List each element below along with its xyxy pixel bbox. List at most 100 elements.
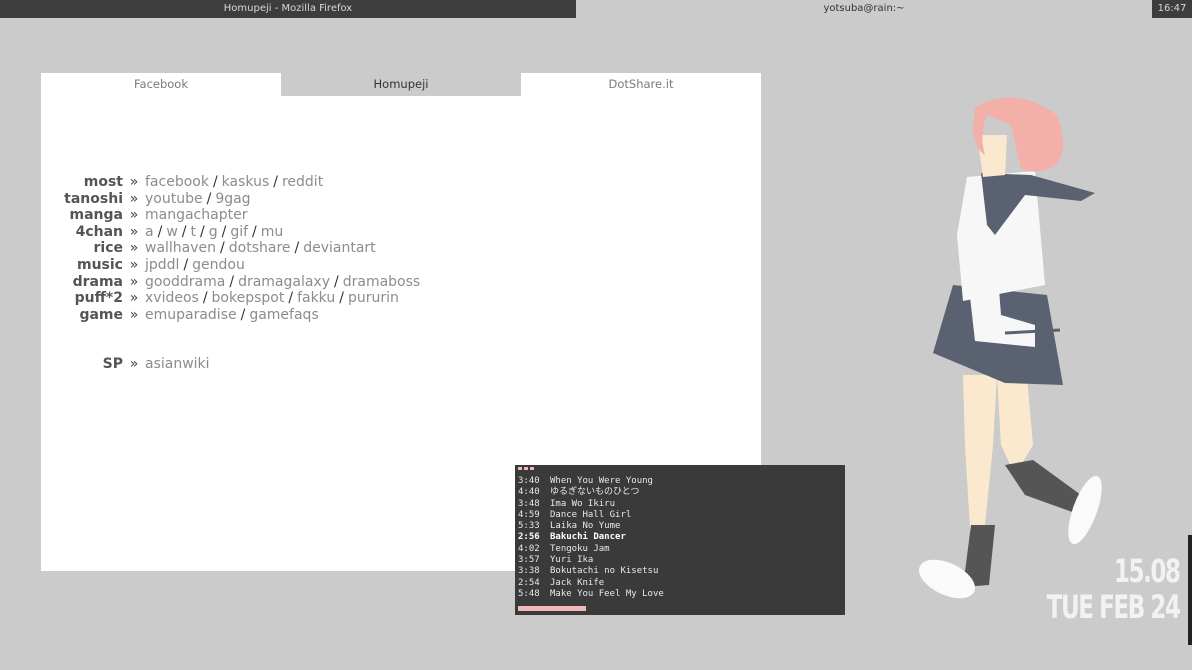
link-separator: / <box>273 174 278 190</box>
browser-window-title: Homupeji - Mozilla Firefox <box>0 0 576 18</box>
arrow-glyph: » <box>129 306 139 323</box>
arrow-glyph: » <box>129 174 139 190</box>
bookmark-link[interactable]: gif <box>230 224 248 240</box>
link-separator: / <box>181 223 187 240</box>
bookmark-link[interactable]: dramaboss <box>343 274 420 290</box>
link-separator: / <box>334 273 339 290</box>
category-label: manga <box>69 207 123 224</box>
link-row: rice» wallhaven / dotshare / deviantart <box>41 240 420 257</box>
bookmark-link[interactable]: a <box>145 224 154 240</box>
track-title: Ima Wo Ikiru <box>550 498 616 509</box>
tab-bar: Facebook Homupeji DotShare.it <box>41 73 761 96</box>
arrow-glyph: » <box>129 240 139 257</box>
bookmark-link[interactable]: fakku <box>297 290 335 306</box>
playlist-track[interactable]: 3:40 When You Were Young <box>518 476 664 487</box>
link-list: most» facebook / kaskus / reddit tanoshi» youtu… <box>41 174 420 373</box>
track-duration: 4:40 <box>518 487 540 498</box>
category-label: SP <box>102 356 123 373</box>
playlist-track[interactable]: 5:48 Make You Feel My Love <box>518 589 664 600</box>
link-row: music » jpddl / gendou <box>41 257 420 274</box>
track-duration: 3:48 <box>518 498 540 509</box>
link-separator: / <box>157 223 163 240</box>
link-row: SP » asianwiki <box>41 356 420 373</box>
bookmark-link[interactable]: pururin <box>348 290 399 306</box>
bookmark-link[interactable]: bokepspot <box>212 290 285 306</box>
bookmark-link[interactable]: kaskus <box>222 174 270 190</box>
tab-facebook[interactable]: Facebook <box>41 73 281 96</box>
track-title: Yuri Ika <box>550 555 594 566</box>
bookmark-link[interactable]: youtube <box>145 191 203 207</box>
track-title: Jack Knife <box>550 577 605 588</box>
bookmark-link[interactable]: asianwiki <box>145 356 210 372</box>
category-label: drama <box>72 273 123 290</box>
bookmark-link[interactable]: gendou <box>192 257 245 273</box>
category-label: 4chan <box>75 223 123 240</box>
panel-clock: 16:47 <box>1152 0 1192 18</box>
bookmark-link[interactable]: mangachapter <box>145 207 247 223</box>
bookmark-link[interactable]: g <box>209 224 218 240</box>
bookmark-link[interactable]: gooddrama <box>145 274 225 290</box>
tab-dotshare[interactable]: DotShare.it <box>521 73 761 96</box>
category-label: game <box>79 306 123 323</box>
playlist-track[interactable]: 3:57 Yuri Ika <box>518 555 664 566</box>
playlist-track[interactable]: 4:40 ゆるぎないものひとつ <box>518 487 664 498</box>
bookmark-link[interactable]: jpddl <box>145 257 179 273</box>
category-label: music <box>77 256 123 273</box>
track-duration: 3:57 <box>518 555 540 566</box>
link-separator: / <box>202 290 208 307</box>
track-duration: 4:02 <box>518 543 540 554</box>
link-row: game » emuparadise / gamefaqs <box>41 307 420 324</box>
bookmark-link[interactable]: dotshare <box>229 240 291 256</box>
playlist-track[interactable]: 4:59 Dance Hall Girl <box>518 510 664 521</box>
link-row: most» facebook / kaskus / reddit <box>41 174 420 191</box>
link-separator: / <box>240 306 246 323</box>
playlist-track[interactable]: 5:33 Laika No Yume <box>518 521 664 532</box>
category-label: puff*2 <box>74 290 123 307</box>
track-title: When You Were Young <box>550 476 653 486</box>
terminal-dots <box>518 467 534 470</box>
bookmark-link[interactable]: facebook <box>145 174 209 190</box>
link-separator: / <box>183 256 189 273</box>
bookmark-link[interactable]: xvideos <box>145 290 199 306</box>
arrow-glyph: » <box>129 223 139 240</box>
playlist: 3:40 When You Were Young 4:40 ゆるぎないものひとつ 3:4… <box>518 476 664 600</box>
arrow-glyph: » <box>129 290 139 307</box>
leg-left <box>963 375 997 545</box>
terminal-window-title: yotsuba@rain:~ <box>576 0 1152 18</box>
bookmark-link[interactable]: mu <box>261 224 284 240</box>
playlist-track[interactable]: 3:48 Ima Wo Ikiru <box>518 499 664 510</box>
track-duration: 3:38 <box>518 566 540 577</box>
link-row: drama» gooddrama / dramagalaxy / dramaboss <box>41 273 421 291</box>
playlist-track[interactable]: 3:38 Bokutachi no Kisetsu <box>518 566 664 577</box>
bookmark-link[interactable]: w <box>166 224 177 240</box>
screen-edge-bar <box>1188 535 1192 645</box>
playback-progress <box>518 606 586 611</box>
bookmark-link[interactable]: reddit <box>282 174 323 190</box>
tab-homupeji[interactable]: Homupeji <box>281 73 521 96</box>
link-separator: / <box>288 290 294 307</box>
sock-right <box>1005 460 1081 513</box>
arrow-glyph: » <box>129 190 139 207</box>
category-label: tanoshi <box>64 190 123 207</box>
track-duration: 5:33 <box>518 521 540 532</box>
desktop-time: 15.08 <box>1114 552 1181 590</box>
playlist-track[interactable]: 4:02 Tengoku Jam <box>518 544 664 555</box>
track-duration: 3:40 <box>518 476 540 486</box>
link-separator: / <box>252 223 257 240</box>
bookmark-link[interactable]: dramagalaxy <box>238 274 330 290</box>
leg-right <box>997 375 1033 475</box>
link-separator: / <box>221 223 227 240</box>
bookmark-link[interactable]: wallhaven <box>145 240 216 256</box>
playlist-track[interactable]: 2:56 Bakuchi Dancer <box>518 532 664 543</box>
bookmark-link[interactable]: emuparadise <box>145 307 237 323</box>
arrow-glyph: » <box>129 207 139 224</box>
bookmark-link[interactable]: gamefaqs <box>249 307 318 323</box>
bookmark-link[interactable]: 9gag <box>215 191 250 207</box>
playlist-track[interactable]: 2:54 Jack Knife <box>518 578 664 589</box>
anime-girl-wallpaper <box>918 97 1102 599</box>
desktop-date: TUE FEB 24 <box>1047 588 1181 626</box>
bookmark-link[interactable]: deviantart <box>303 240 375 256</box>
category-label: rice <box>93 240 124 257</box>
link-separator: / <box>229 273 235 290</box>
track-title: Tengoku Jam <box>550 543 610 554</box>
